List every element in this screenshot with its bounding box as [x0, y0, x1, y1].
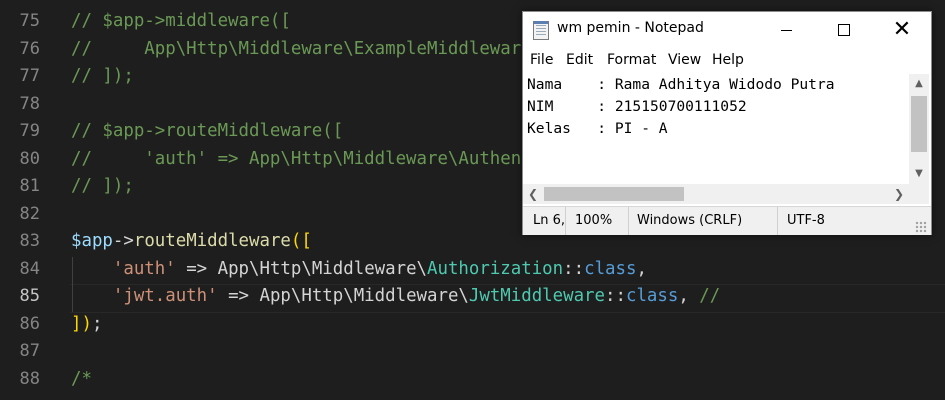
code-token: App\Http\Middleware\ — [217, 258, 428, 279]
code-text: // ]); — [71, 63, 134, 91]
close-button[interactable]: ✕ — [873, 12, 931, 48]
line-number: 83 — [19, 231, 40, 251]
text-line: NIM : 215150700111052 — [527, 98, 747, 115]
code-token: ([ — [290, 231, 312, 251]
code-token: => — [217, 286, 260, 306]
minimize-button[interactable] — [757, 12, 815, 48]
line-number: 80 — [19, 148, 40, 169]
resize-grip-icon[interactable] — [915, 221, 927, 233]
text-line: Nama : Rama Adhitya Widodo Putra — [527, 76, 835, 93]
menu-help[interactable]: Help — [712, 52, 744, 68]
line-number: 76 — [19, 38, 40, 59]
line-number: 85 — [19, 286, 40, 306]
code-text: 'auth' => App\Http\Middleware\Authorizat… — [71, 256, 647, 284]
code-token: App\Http\Middleware\ — [259, 286, 469, 306]
line-number: 87 — [19, 341, 40, 361]
line-number: 81 — [19, 176, 40, 196]
code-token: routeMiddleware — [133, 231, 291, 251]
code-token: -> — [112, 231, 134, 251]
code-token: $app — [71, 231, 113, 251]
line-number: 77 — [19, 66, 40, 86]
code-line[interactable]: 86]); — [0, 311, 945, 339]
code-text: ]); — [71, 311, 102, 339]
code-token: class — [584, 258, 637, 279]
scroll-right-icon[interactable]: ❯ — [889, 184, 909, 204]
line-number: 79 — [19, 121, 40, 141]
status-divider — [565, 207, 566, 235]
scrollbar-corner — [909, 184, 929, 204]
code-line[interactable]: 88 /* — [0, 366, 945, 394]
line-number: 82 — [19, 203, 40, 224]
window-title: wm pemin - Notepad — [557, 20, 704, 36]
scroll-left-icon[interactable]: ❮ — [523, 184, 543, 204]
code-token: class — [625, 286, 679, 306]
line-number: 86 — [19, 313, 40, 334]
code-text: // $app->middleware([ — [71, 8, 291, 36]
horizontal-scrollbar[interactable]: ❮ ❯ — [523, 184, 909, 204]
line-number: 88 — [19, 368, 40, 389]
code-token: JwtMiddleware — [468, 286, 606, 306]
code-line[interactable]: 84 'auth' => App\Http\Middleware\Authori… — [0, 256, 945, 284]
status-divider — [628, 207, 629, 235]
code-text: // $app->routeMiddleware([ — [71, 118, 343, 146]
line-number: 75 — [19, 11, 40, 31]
status-divider — [777, 207, 778, 235]
code-token: // $app->routeMiddleware([ — [71, 121, 344, 141]
code-token: 'jwt.auth' — [112, 286, 218, 306]
code-line[interactable]: 85 'jwt.auth' => App\Http\Middleware\Jwt… — [0, 283, 945, 311]
menu-file[interactable]: File — [530, 52, 553, 68]
minimize-icon — [780, 29, 792, 31]
text-line: Kelas : PI - A — [527, 120, 668, 137]
text-area[interactable]: Nama : Rama Adhitya Widodo Putra NIM : 21… — [527, 74, 911, 184]
code-token: // — [699, 286, 721, 306]
code-token: /* — [71, 368, 92, 389]
status-line-ending: Windows (CRLF) — [637, 213, 743, 228]
vertical-scroll-thumb[interactable] — [911, 96, 927, 152]
code-token: :: — [605, 286, 626, 306]
code-text: 'jwt.auth' => App\Http\Middleware\JwtMid… — [71, 283, 720, 311]
status-bar: Ln 6, 100% Windows (CRLF) UTF-8 — [523, 206, 931, 235]
notepad-titlebar[interactable]: wm pemin - Notepad ✕ — [523, 12, 931, 48]
maximize-icon — [838, 24, 850, 36]
status-zoom: 100% — [575, 213, 613, 228]
close-icon: ✕ — [892, 17, 912, 42]
notepad-app-icon — [533, 21, 549, 40]
line-number: 84 — [19, 258, 40, 279]
code-token: 'auth' — [112, 258, 176, 279]
line-number: 78 — [19, 93, 40, 114]
menu-format[interactable]: Format — [607, 52, 656, 68]
code-token: // ]); — [71, 66, 134, 86]
status-position: Ln 6, — [533, 213, 566, 228]
code-text: $app->routeMiddleware([ — [71, 228, 312, 256]
scroll-down-icon[interactable]: ▼ — [909, 164, 929, 184]
code-token: :: — [563, 258, 585, 279]
maximize-button[interactable] — [815, 12, 873, 48]
code-text: // ]); — [71, 173, 134, 201]
code-token: , — [678, 286, 700, 306]
notepad-window[interactable]: wm pemin - Notepad ✕ File Edit Format Vi… — [522, 11, 932, 235]
code-token: // ]); — [71, 176, 134, 196]
status-encoding: UTF-8 — [787, 213, 825, 228]
menu-edit[interactable]: Edit — [566, 52, 593, 68]
scroll-up-icon[interactable]: ▲ — [909, 74, 929, 94]
code-token: Authorization — [427, 258, 564, 279]
code-token: // $app->middleware([ — [71, 11, 291, 31]
code-token: ; — [91, 313, 103, 334]
menu-view[interactable]: View — [668, 52, 701, 68]
code-token: , — [636, 258, 647, 279]
code-line[interactable]: 87 — [0, 338, 945, 366]
code-token: ]) — [71, 313, 92, 334]
horizontal-scroll-thumb[interactable] — [544, 187, 684, 201]
code-token: => — [175, 258, 218, 279]
code-text: /* — [71, 366, 92, 394]
menu-bar: File Edit Format View Help — [523, 50, 931, 72]
vertical-scrollbar[interactable]: ▲ ▼ — [909, 74, 929, 184]
